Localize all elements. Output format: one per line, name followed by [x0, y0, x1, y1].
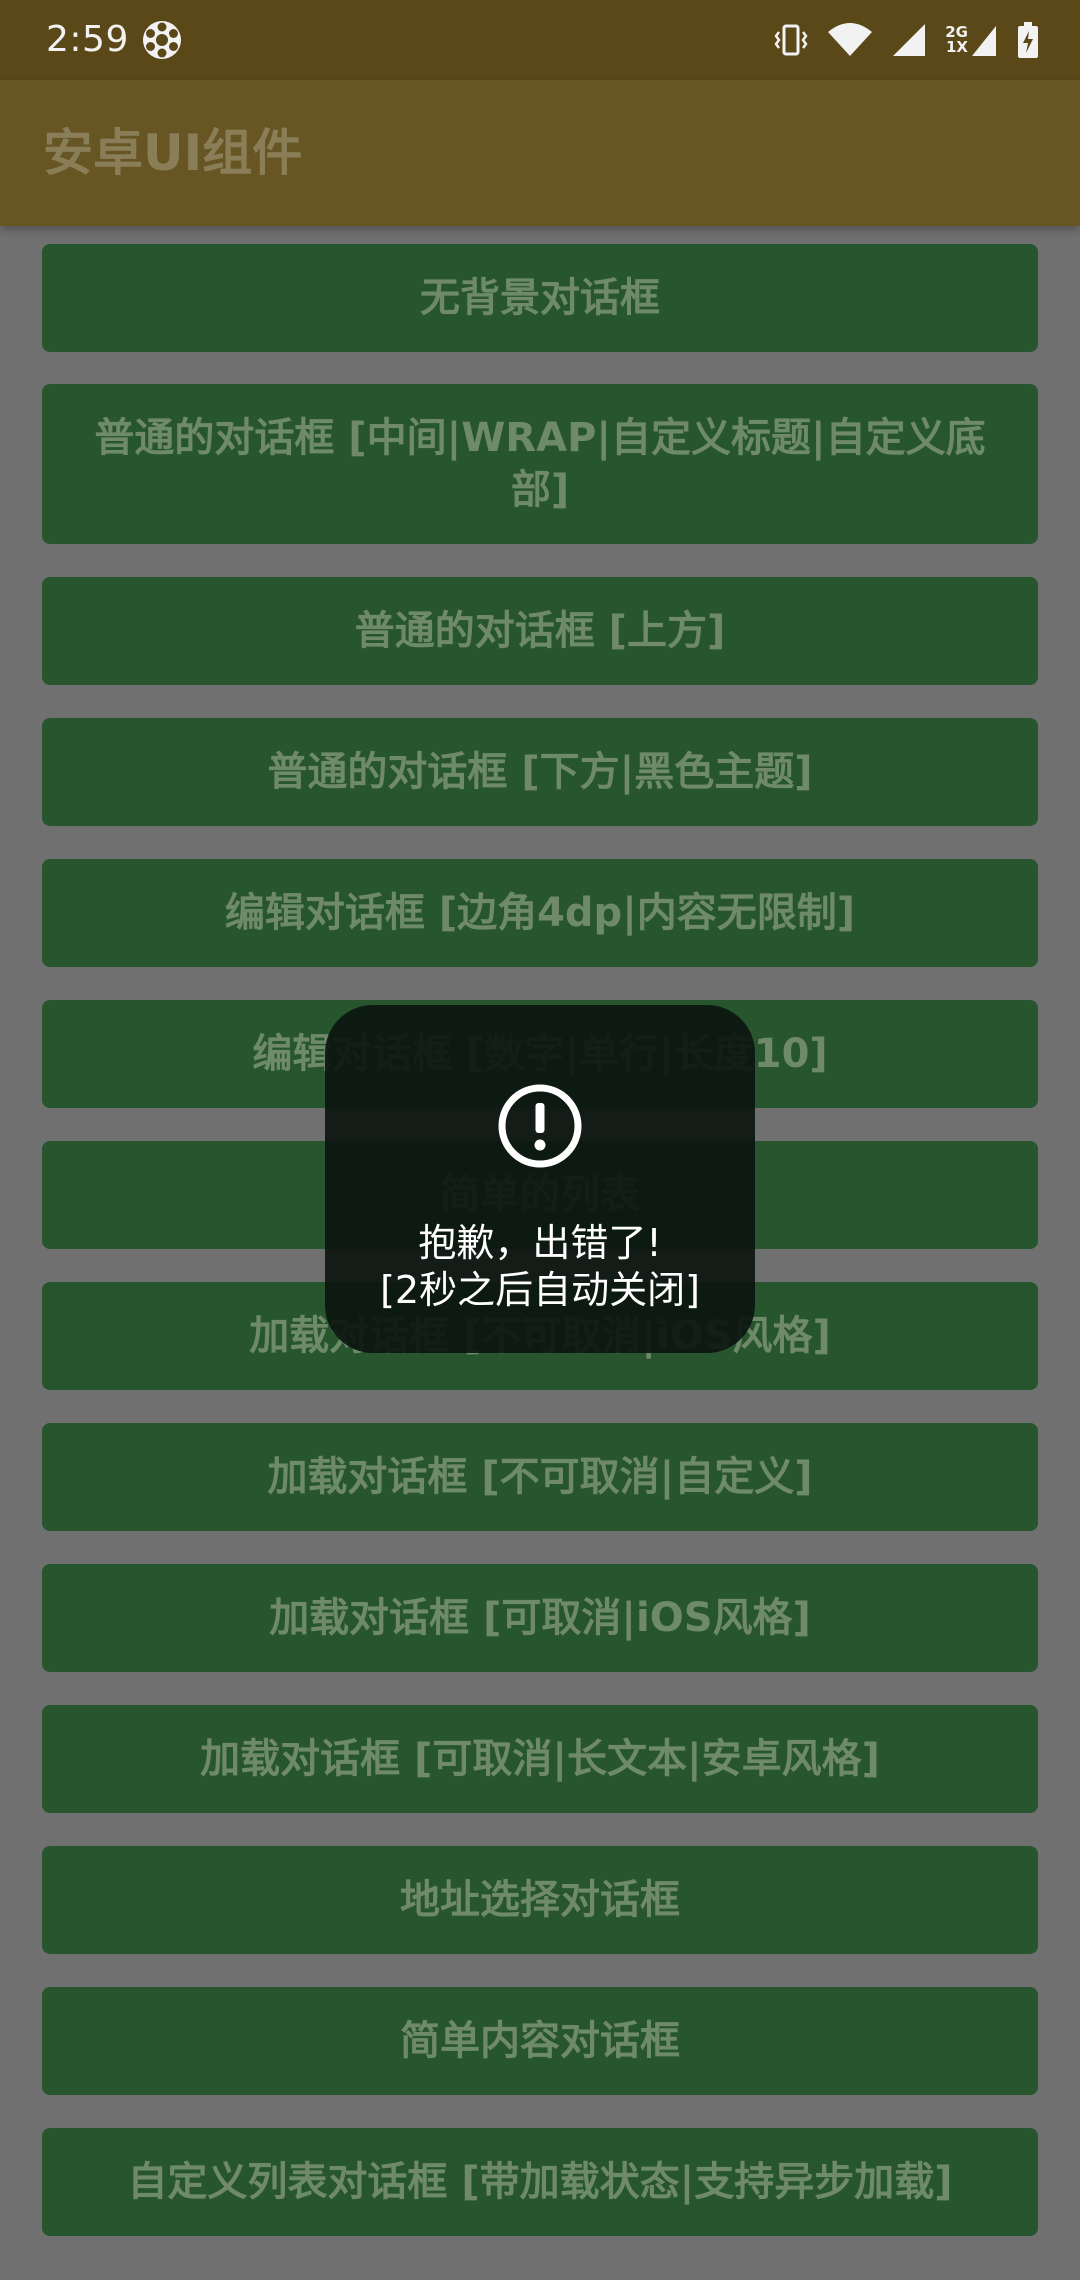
no-background-dialog-button[interactable]: 无背景对话框: [42, 244, 1038, 352]
status-bar: 2:59 2G 1X: [0, 0, 1080, 80]
error-toast: 抱歉，出错了! [2秒之后自动关闭]: [325, 1005, 755, 1353]
app-notification-icon: [143, 21, 181, 59]
normal-dialog-bottom-dark-button[interactable]: 普通的对话框 [下方|黑色主题]: [42, 718, 1038, 826]
address-picker-dialog-button[interactable]: 地址选择对话框: [42, 1846, 1038, 1954]
app-title: 安卓UI组件: [43, 124, 303, 182]
wifi-icon: [828, 23, 873, 56]
cell-signal-2-icon: [972, 26, 996, 56]
normal-dialog-center-button[interactable]: 普通的对话框 [中间|WRAP|自定义标题|自定义底部]: [42, 384, 1038, 544]
app-bar: 安卓UI组件: [0, 80, 1080, 226]
simple-content-dialog-button[interactable]: 简单内容对话框: [42, 1987, 1038, 2095]
status-time: 2:59: [46, 19, 129, 60]
custom-list-dialog-button[interactable]: 自定义列表对话框 [带加载状态|支持异步加载]: [42, 2128, 1038, 2236]
loading-dialog-long-text-button[interactable]: 加载对话框 [可取消|长文本|安卓风格]: [42, 1705, 1038, 1813]
cell-signal-icon: [893, 24, 926, 56]
exclamation-circle-icon: [498, 1084, 582, 1168]
vibrate-icon: [774, 24, 808, 56]
toast-message: 抱歉，出错了!: [418, 1221, 662, 1265]
battery-charging-icon: [1018, 22, 1038, 58]
edit-dialog-4dp-button[interactable]: 编辑对话框 [边角4dp|内容无限制]: [42, 859, 1038, 967]
normal-dialog-top-button[interactable]: 普通的对话框 [上方]: [42, 577, 1038, 685]
loading-dialog-custom-noncancel-button[interactable]: 加载对话框 [不可取消|自定义]: [42, 1423, 1038, 1531]
toast-subtext: [2秒之后自动关闭]: [380, 1268, 700, 1312]
network-type-bottom: 1X: [945, 38, 968, 56]
status-icons: 2G 1X: [773, 18, 1040, 62]
loading-dialog-ios-cancelable-button[interactable]: 加载对话框 [可取消|iOS风格]: [42, 1564, 1038, 1672]
